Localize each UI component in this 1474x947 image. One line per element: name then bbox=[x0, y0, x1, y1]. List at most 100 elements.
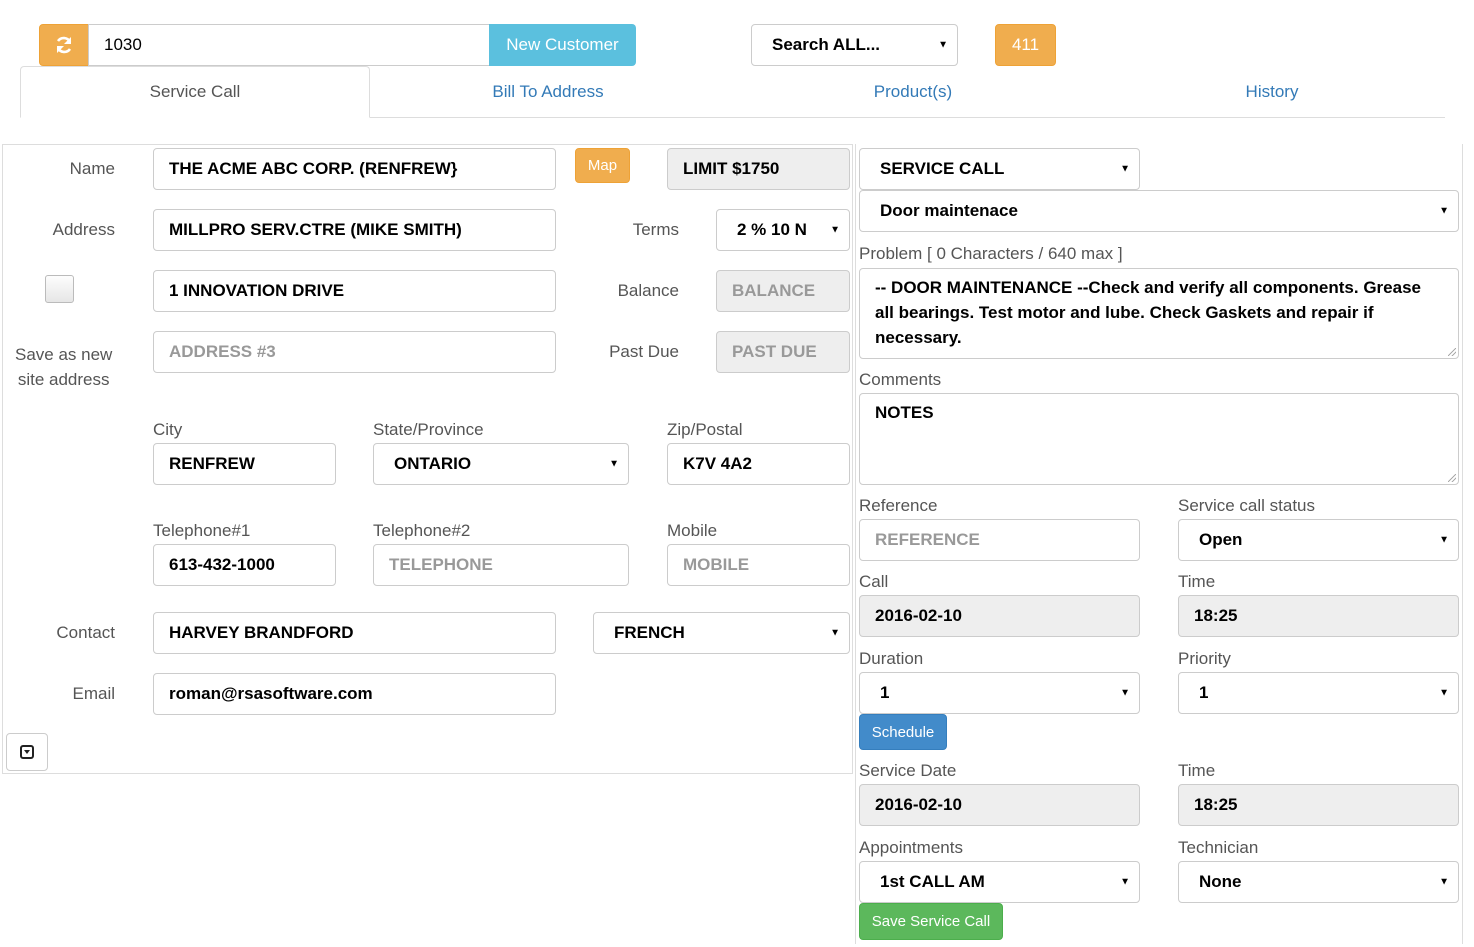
mobile-input[interactable]: MOBILE bbox=[667, 544, 850, 586]
city-input[interactable]: RENFREW bbox=[153, 443, 336, 485]
chevron-down-icon: ▼ bbox=[938, 39, 948, 51]
email-input[interactable]: roman@rsasoftware.com bbox=[153, 673, 556, 715]
past-due-label: Past Due bbox=[609, 342, 679, 361]
technician-label: Technician bbox=[1178, 838, 1259, 857]
search-all-select[interactable]: Search ALL... ▼ bbox=[751, 24, 958, 66]
duration-value: 1 bbox=[880, 683, 890, 702]
state-label: State/Province bbox=[373, 420, 484, 439]
appointments-value: 1st CALL AM bbox=[880, 872, 985, 891]
zip-input[interactable]: K7V 4A2 bbox=[667, 443, 850, 485]
terms-select[interactable]: 2 % 10 N ▼ bbox=[716, 209, 850, 251]
problem-textarea[interactable]: -- DOOR MAINTENANCE --Check and verify a… bbox=[859, 268, 1459, 359]
terms-value: 2 % 10 N bbox=[737, 220, 807, 239]
tab-service-call[interactable]: Service Call bbox=[20, 66, 370, 118]
call-type-value: SERVICE CALL bbox=[880, 159, 1005, 178]
city-label: City bbox=[153, 420, 183, 439]
collapse-down-icon bbox=[20, 745, 34, 759]
priority-label: Priority bbox=[1178, 649, 1231, 668]
problem-label: Problem [ 0 Characters / 640 max ] bbox=[859, 244, 1123, 263]
chevron-down-icon: ▼ bbox=[1439, 205, 1449, 217]
tab-products[interactable]: Product(s) bbox=[737, 66, 1089, 118]
chevron-down-icon: ▼ bbox=[830, 627, 840, 639]
collapse-toggle-button[interactable] bbox=[6, 733, 48, 771]
resize-handle-icon[interactable] bbox=[1448, 474, 1456, 482]
language-value: FRENCH bbox=[614, 623, 685, 642]
save-site-checkbox[interactable] bbox=[45, 275, 74, 303]
address2-input[interactable]: 1 INNOVATION DRIVE bbox=[153, 270, 556, 312]
state-select[interactable]: ONTARIO ▼ bbox=[373, 443, 629, 485]
refresh-button[interactable] bbox=[39, 24, 89, 66]
new-customer-button[interactable]: New Customer bbox=[489, 24, 636, 66]
reference-input[interactable]: REFERENCE bbox=[859, 519, 1140, 561]
resize-handle-icon[interactable] bbox=[1448, 348, 1456, 356]
status-value: Open bbox=[1199, 530, 1243, 549]
tab-bill-to-address-label: Bill To Address bbox=[492, 82, 604, 101]
call-type-select[interactable]: SERVICE CALL ▼ bbox=[859, 148, 1140, 190]
priority-select[interactable]: 1 ▼ bbox=[1178, 672, 1459, 714]
comments-text: NOTES bbox=[875, 403, 934, 422]
call-label: Call bbox=[859, 572, 889, 591]
save-site-label-line1: Save as new bbox=[15, 345, 113, 364]
appointments-select[interactable]: 1st CALL AM ▼ bbox=[859, 861, 1140, 903]
refresh-icon bbox=[56, 36, 72, 54]
state-value: ONTARIO bbox=[394, 454, 472, 473]
save-site-label-line2: site address bbox=[17, 370, 110, 389]
tab-service-call-label: Service Call bbox=[149, 82, 241, 101]
service-date-label: Service Date bbox=[859, 761, 957, 780]
chevron-down-icon: ▼ bbox=[609, 458, 619, 470]
save-site-label: Save as new site address bbox=[15, 342, 112, 392]
chevron-down-icon: ▼ bbox=[1120, 876, 1130, 888]
address-label: Address bbox=[52, 220, 115, 239]
chevron-down-icon: ▼ bbox=[1439, 876, 1449, 888]
balance-label: Balance bbox=[617, 281, 679, 300]
customer-number-input[interactable]: 1030 bbox=[88, 24, 490, 66]
schedule-button[interactable]: Schedule bbox=[859, 714, 947, 750]
tab-history[interactable]: History bbox=[1096, 66, 1448, 118]
service-time-label: Time bbox=[1178, 761, 1216, 780]
chevron-down-icon: ▼ bbox=[1439, 687, 1449, 699]
chevron-down-icon: ▼ bbox=[1120, 687, 1130, 699]
reference-label: Reference bbox=[859, 496, 938, 515]
terms-label: Terms bbox=[632, 220, 679, 239]
service-date-field[interactable]: 2016-02-10 bbox=[859, 784, 1140, 826]
duration-label: Duration bbox=[859, 649, 924, 668]
address1-input[interactable]: MILLPRO SERV.CTRE (MIKE SMITH) bbox=[153, 209, 556, 251]
problem-text: -- DOOR MAINTENANCE --Check and verify a… bbox=[875, 278, 1421, 347]
technician-value: None bbox=[1199, 872, 1242, 891]
telephone1-input[interactable]: 613-432-1000 bbox=[153, 544, 336, 586]
service-time-field[interactable]: 18:25 bbox=[1178, 784, 1459, 826]
email-label: Email bbox=[72, 684, 115, 703]
map-button[interactable]: Map bbox=[575, 148, 630, 183]
call-time-field[interactable]: 18:25 bbox=[1178, 595, 1459, 637]
problem-type-select[interactable]: Door maintenace ▼ bbox=[859, 190, 1459, 232]
tab-bill-to-address[interactable]: Bill To Address bbox=[372, 66, 724, 118]
comments-textarea[interactable]: NOTES bbox=[859, 393, 1459, 485]
priority-value: 1 bbox=[1199, 683, 1209, 702]
tab-history-label: History bbox=[1245, 82, 1299, 101]
search-all-label: Search ALL... bbox=[772, 35, 881, 54]
balance-field: BALANCE bbox=[716, 270, 850, 312]
call-date-field[interactable]: 2016-02-10 bbox=[859, 595, 1140, 637]
status-label: Service call status bbox=[1178, 496, 1315, 515]
comments-label: Comments bbox=[859, 370, 942, 389]
mobile-label: Mobile bbox=[667, 521, 718, 540]
language-select[interactable]: FRENCH ▼ bbox=[593, 612, 850, 654]
count-badge-button[interactable]: 411 bbox=[995, 24, 1056, 66]
tab-products-label: Product(s) bbox=[873, 82, 953, 101]
telephone2-label: Telephone#2 bbox=[373, 521, 471, 540]
chevron-down-icon: ▼ bbox=[830, 224, 840, 236]
save-service-call-button[interactable]: Save Service Call bbox=[859, 903, 1003, 940]
telephone2-input[interactable]: TELEPHONE bbox=[373, 544, 629, 586]
problem-type-value: Door maintenace bbox=[880, 201, 1018, 220]
technician-select[interactable]: None ▼ bbox=[1178, 861, 1459, 903]
name-label: Name bbox=[69, 159, 115, 178]
past-due-field: PAST DUE bbox=[716, 331, 850, 373]
duration-select[interactable]: 1 ▼ bbox=[859, 672, 1140, 714]
name-input[interactable]: THE ACME ABC CORP. (RENFREW} bbox=[153, 148, 556, 190]
telephone1-label: Telephone#1 bbox=[153, 521, 251, 540]
status-select[interactable]: Open ▼ bbox=[1178, 519, 1459, 561]
chevron-down-icon: ▼ bbox=[1439, 534, 1449, 546]
address3-input[interactable]: ADDRESS #3 bbox=[153, 331, 556, 373]
contact-input[interactable]: HARVEY BRANDFORD bbox=[153, 612, 556, 654]
appointments-label: Appointments bbox=[859, 838, 963, 857]
